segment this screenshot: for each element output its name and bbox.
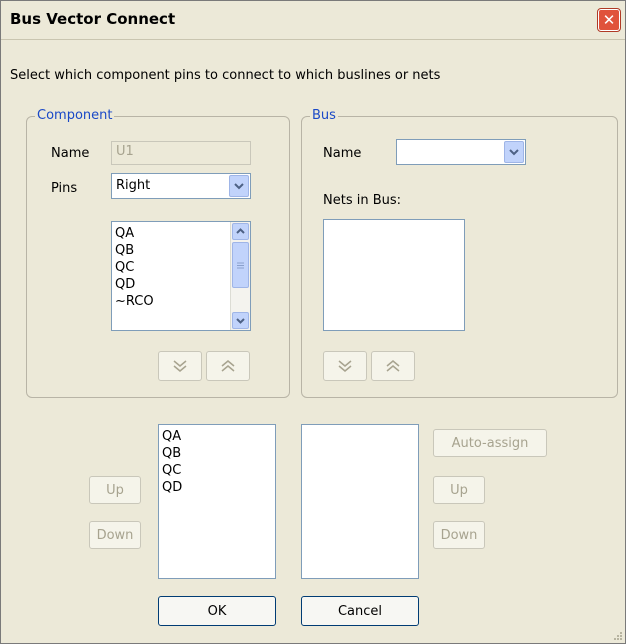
close-button[interactable]: ✕ — [597, 8, 621, 32]
double-chevron-down-icon — [173, 360, 187, 372]
nets-down-button[interactable]: Down — [433, 521, 485, 549]
nets-in-bus-label: Nets in Bus: — [323, 193, 402, 208]
double-chevron-down-icon — [338, 360, 352, 372]
list-item[interactable]: QB — [162, 445, 182, 462]
component-pins-list[interactable]: QA QB QC QD ~RCO — [111, 221, 251, 331]
bus-name-dropdown[interactable] — [396, 139, 526, 165]
list-item[interactable]: QD — [115, 276, 154, 293]
title-bar[interactable]: Bus Vector Connect ✕ — [1, 1, 625, 40]
ok-button[interactable]: OK — [158, 596, 276, 626]
move-pin-up-button[interactable] — [206, 351, 250, 381]
move-pin-down-button[interactable] — [158, 351, 202, 381]
bus-vector-connect-dialog: Bus Vector Connect ✕ Select which compon… — [0, 0, 626, 644]
pins-dropdown-value: Right — [116, 178, 151, 193]
window-title: Bus Vector Connect — [10, 10, 176, 28]
list-item[interactable]: QB — [115, 242, 154, 259]
list-item[interactable]: QD — [162, 479, 182, 496]
pins-list-scrollbar[interactable] — [230, 222, 250, 330]
bus-name-label: Name — [323, 146, 362, 161]
nets-in-bus-list[interactable] — [323, 219, 465, 331]
assigned-nets-list[interactable] — [301, 424, 419, 579]
resize-grip-icon[interactable] — [613, 631, 623, 641]
pins-up-label: Up — [106, 482, 124, 498]
auto-assign-label: Auto-assign — [451, 435, 529, 451]
close-icon: ✕ — [602, 11, 616, 29]
component-group-legend: Component — [35, 108, 115, 123]
scroll-down-arrow-icon[interactable] — [232, 312, 249, 329]
cancel-button[interactable]: Cancel — [301, 596, 419, 626]
component-name-label: Name — [51, 146, 90, 161]
double-chevron-up-icon — [386, 360, 400, 372]
pins-label: Pins — [51, 181, 78, 196]
component-name-field: U1 — [111, 141, 251, 165]
pins-up-button[interactable]: Up — [89, 476, 141, 504]
list-item[interactable]: QC — [162, 462, 182, 479]
pins-down-button[interactable]: Down — [89, 521, 141, 549]
list-item[interactable]: ~RCO — [115, 293, 154, 310]
component-name-value: U1 — [116, 144, 134, 159]
instruction-text: Select which component pins to connect t… — [10, 68, 441, 83]
move-net-up-button[interactable] — [371, 351, 415, 381]
double-chevron-up-icon — [221, 360, 235, 372]
nets-up-button[interactable]: Up — [433, 476, 485, 504]
pins-dropdown[interactable]: Right — [111, 173, 251, 199]
nets-up-label: Up — [450, 482, 468, 498]
list-item[interactable]: QA — [115, 225, 154, 242]
list-item[interactable]: QC — [115, 259, 154, 276]
cancel-label: Cancel — [337, 603, 383, 619]
pins-down-label: Down — [96, 527, 134, 543]
chevron-down-icon[interactable] — [229, 175, 249, 197]
assigned-pins-list[interactable]: QA QB QC QD — [158, 424, 276, 579]
nets-down-label: Down — [440, 527, 478, 543]
scroll-up-arrow-icon[interactable] — [232, 223, 249, 240]
list-item[interactable]: QA — [162, 428, 182, 445]
assigned-pins-items: QA QB QC QD — [162, 428, 182, 496]
move-net-down-button[interactable] — [323, 351, 367, 381]
chevron-down-icon[interactable] — [504, 141, 524, 163]
component-pins-items: QA QB QC QD ~RCO — [115, 225, 154, 310]
bus-group-legend: Bus — [310, 108, 338, 123]
scroll-thumb[interactable] — [232, 242, 249, 288]
ok-label: OK — [207, 603, 227, 619]
auto-assign-button[interactable]: Auto-assign — [433, 429, 547, 457]
